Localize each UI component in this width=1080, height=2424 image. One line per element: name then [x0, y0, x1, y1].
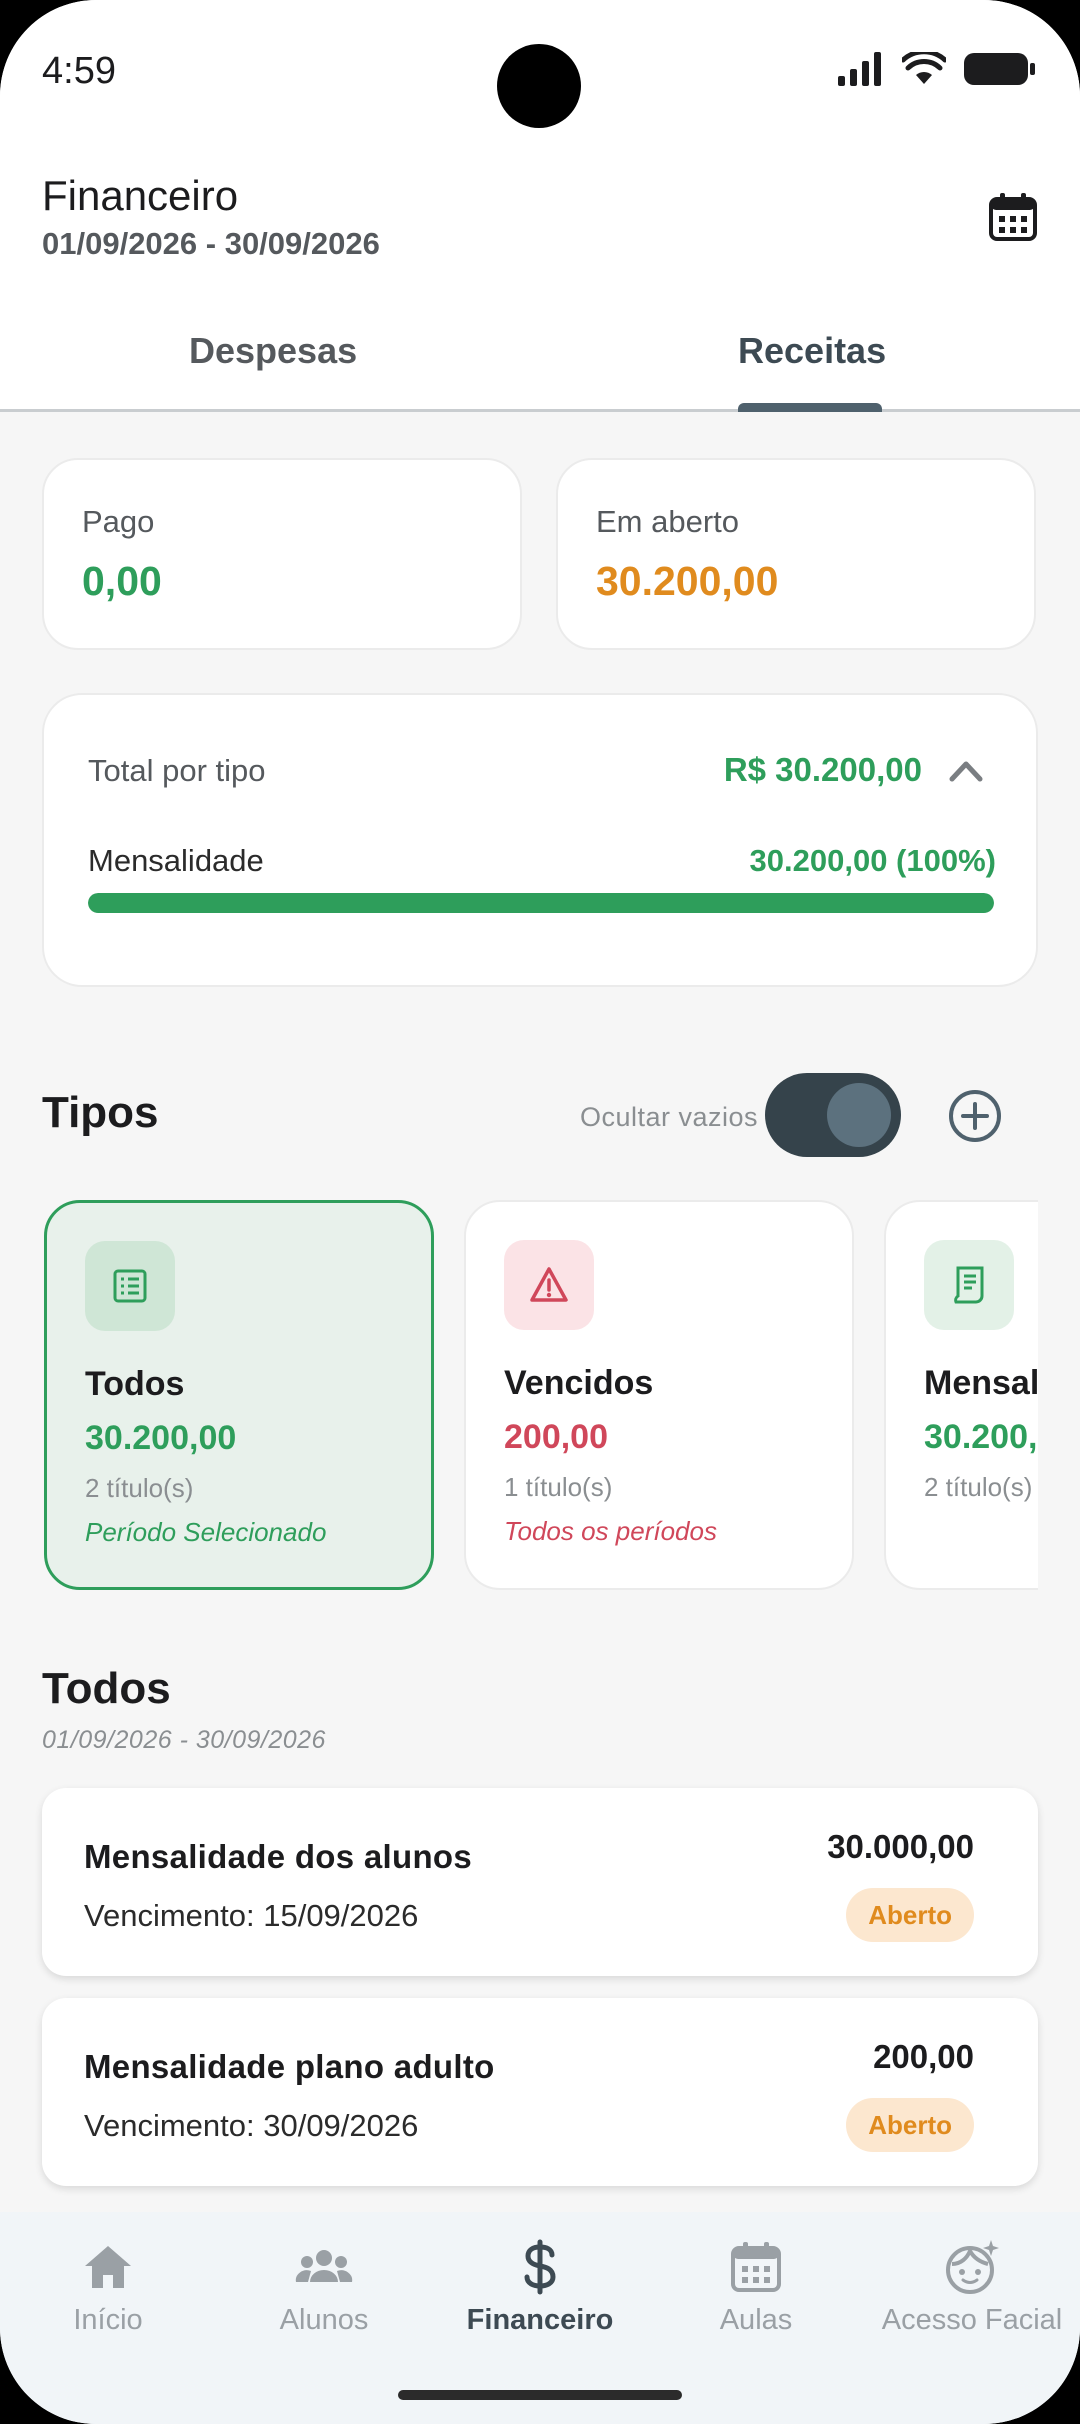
item-amount: 200,00: [873, 2038, 974, 2075]
tipo-note: Período Selecionado: [85, 1517, 327, 1547]
list-icon: [85, 1241, 175, 1331]
total-por-tipo-value: R$ 30.200,00: [723, 751, 922, 788]
tipo-count: 2 título(s): [85, 1473, 194, 1503]
bottom-navigation: Início Alunos Financeiro Aulas Acesso Fa…: [0, 2212, 1080, 2424]
calendar-icon: [731, 2242, 781, 2292]
camera-cutout: [497, 44, 581, 128]
tipo-note: Todos os períodos: [504, 1516, 717, 1546]
tipo-card-mensalidade[interactable]: Mensalidade 30.200,00 2 título(s): [884, 1200, 1038, 1590]
wifi-icon: [902, 52, 946, 84]
nav-item-inicio[interactable]: Início: [0, 2238, 216, 2337]
list-item[interactable]: Mensalidade dos alunos Vencimento: 15/09…: [42, 1788, 1038, 1976]
tipo-name: Vencidos: [504, 1364, 654, 1402]
nav-item-financeiro[interactable]: Financeiro: [432, 2238, 648, 2337]
item-due-date: Vencimento: 30/09/2026: [84, 2108, 419, 2143]
signal-icon: [838, 52, 881, 86]
tipo-count: 2 título(s): [924, 1472, 1033, 1502]
nav-label: Financeiro: [466, 2304, 614, 2336]
tipo-value: 30.200,00: [924, 1418, 1038, 1456]
tipo-count: 1 título(s): [504, 1472, 613, 1502]
active-tab-indicator: [738, 403, 882, 412]
warning-icon: [504, 1240, 594, 1330]
item-name: Mensalidade dos alunos: [84, 1838, 473, 1875]
nav-item-acesso-facial[interactable]: Acesso Facial: [864, 2238, 1080, 2337]
nav-label: Início: [73, 2304, 143, 2336]
status-time: 4:59: [42, 50, 116, 92]
tipo-card-vencidos[interactable]: Vencidos 200,00 1 título(s) Todos os per…: [464, 1200, 854, 1590]
em-aberto-value: 30.200,00: [596, 558, 779, 604]
nav-item-alunos[interactable]: Alunos: [216, 2238, 432, 2337]
face-icon: [946, 2240, 999, 2294]
page-period: 01/09/2026 - 30/09/2026: [42, 226, 380, 261]
dollar-icon: [524, 2239, 556, 2295]
item-due-date: Vencimento: 15/09/2026: [84, 1898, 419, 1933]
tipos-title: Tipos: [42, 1088, 159, 1137]
tipo-value: 30.200,00: [85, 1419, 237, 1457]
tipo-progress-bar: [88, 893, 994, 913]
list-title: Todos: [42, 1664, 171, 1713]
item-name: Mensalidade plano adulto: [84, 2048, 495, 2085]
receipt-icon: [924, 1240, 1014, 1330]
nav-label: Aulas: [719, 2304, 793, 2336]
users-icon: [295, 2250, 353, 2282]
em-aberto-label: Em aberto: [596, 504, 740, 539]
list-item[interactable]: Mensalidade plano adulto Vencimento: 30/…: [42, 1998, 1038, 2186]
page-title: Financeiro: [42, 172, 239, 219]
status-badge: Aberto: [846, 2098, 974, 2152]
nav-item-aulas[interactable]: Aulas: [648, 2238, 864, 2337]
tipo-row-label: Mensalidade: [88, 843, 264, 878]
home-icon: [85, 2246, 131, 2288]
total-por-tipo-card: Total por tipo R$ 30.200,00 Mensalidade …: [42, 693, 1038, 987]
nav-label: Acesso Facial: [881, 2304, 1063, 2336]
summary-card-pago: Pago 0,00: [42, 458, 522, 650]
calendar-icon[interactable]: [986, 190, 1040, 244]
tipo-value: 200,00: [504, 1418, 608, 1456]
pago-value: 0,00: [82, 558, 162, 604]
ocultar-vazios-label: Ocultar vazios: [580, 1102, 759, 1132]
status-badge: Aberto: [846, 1888, 974, 1942]
tipo-row-value: 30.200,00 (100%): [749, 843, 996, 878]
nav-label: Alunos: [279, 2304, 369, 2336]
phone-screen: 4:59 Financeiro 01/09/2026 - 30/09/2026: [0, 0, 1080, 2424]
tipo-name: Mensalidade: [924, 1364, 1038, 1402]
add-circle-icon[interactable]: [948, 1089, 1002, 1143]
toggle-knob: [827, 1083, 891, 1147]
tab-receitas[interactable]: Receitas: [738, 330, 886, 372]
tipos-carousel[interactable]: Todos 30.200,00 2 título(s) Período Sele…: [42, 1198, 1038, 1594]
tipo-progress-fill: [88, 893, 994, 913]
tab-despesas[interactable]: Despesas: [189, 330, 357, 372]
home-indicator: [398, 2390, 682, 2400]
summary-card-em-aberto: Em aberto 30.200,00: [556, 458, 1036, 650]
ocultar-vazios-toggle[interactable]: [765, 1073, 901, 1157]
pago-label: Pago: [82, 504, 155, 539]
status-bar: 4:59: [0, 0, 1080, 150]
chevron-up-icon[interactable]: [948, 755, 984, 785]
app-header: Financeiro 01/09/2026 - 30/09/2026 Despe…: [0, 150, 1080, 412]
tipo-card-todos[interactable]: Todos 30.200,00 2 título(s) Período Sele…: [44, 1200, 434, 1590]
list-period: 01/09/2026 - 30/09/2026: [42, 1726, 326, 1754]
tipo-name: Todos: [85, 1365, 185, 1403]
total-por-tipo-label: Total por tipo: [88, 753, 266, 788]
battery-icon: [964, 53, 1035, 85]
status-icons: [838, 52, 1036, 86]
item-amount: 30.000,00: [827, 1828, 974, 1865]
